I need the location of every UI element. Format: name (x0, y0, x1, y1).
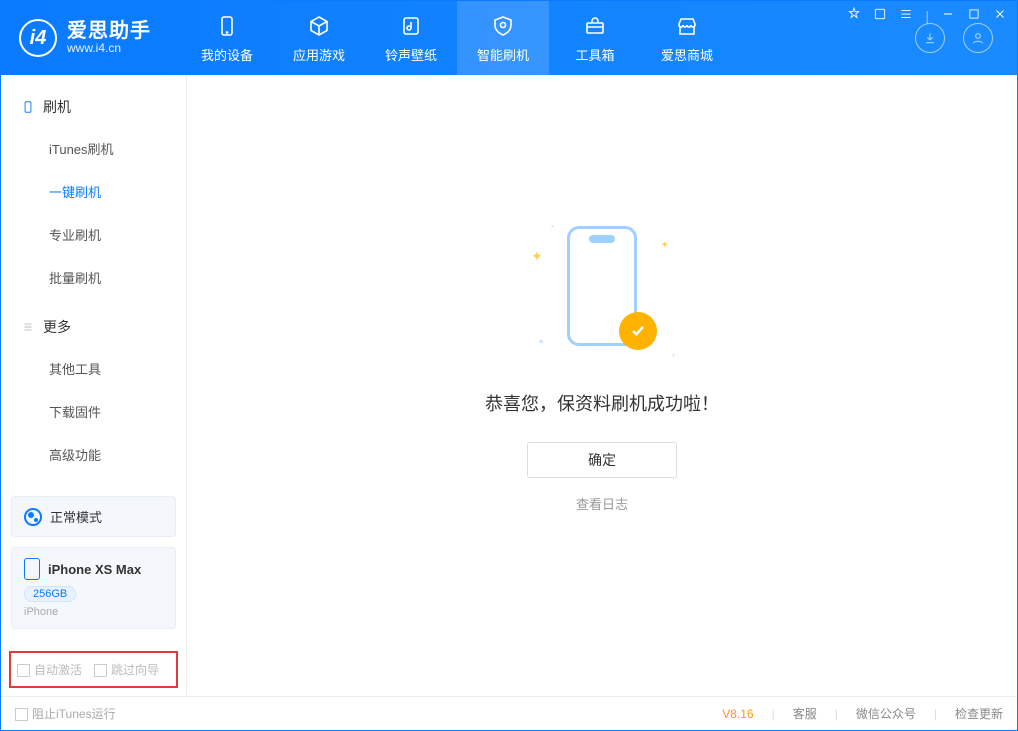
check-badge-icon (619, 312, 657, 350)
success-message: 恭喜您，保资料刷机成功啦！ (485, 390, 719, 416)
tab-label: 爱思商城 (661, 45, 713, 64)
app-icon[interactable] (873, 7, 887, 24)
toolbox-icon (582, 13, 608, 39)
sidebar-item-oneclick-flash[interactable]: 一键刷机 (1, 170, 186, 213)
gear-shield-icon (490, 13, 516, 39)
mode-icon (24, 508, 42, 526)
sidebar-item-other-tools[interactable]: 其他工具 (1, 347, 186, 390)
sparkle-icon: • (672, 351, 675, 360)
skip-wizard-checkbox[interactable]: 跳过向导 (94, 661, 159, 678)
sparkle-icon: ✦ (537, 337, 545, 348)
logo: i4 爱思助手 www.i4.cn (1, 19, 181, 57)
device-name-label: iPhone XS Max (48, 562, 141, 577)
main-content: ✦ ✦ • ✦ • 恭喜您，保资料刷机成功啦！ 确定 查看日志 (187, 75, 1017, 696)
device-type-label: iPhone (24, 606, 163, 618)
tab-label: 铃声壁纸 (385, 45, 437, 64)
tab-label: 应用游戏 (293, 45, 345, 64)
device-phone-icon (24, 558, 40, 580)
list-icon (21, 320, 35, 334)
success-illustration: ✦ ✦ • ✦ • (527, 218, 677, 368)
skip-wizard-label: 跳过向导 (111, 663, 159, 677)
wechat-link[interactable]: 微信公众号 (856, 705, 916, 722)
tab-toolbox[interactable]: 工具箱 (549, 1, 641, 75)
tab-apps-games[interactable]: 应用游戏 (273, 1, 365, 75)
app-site: www.i4.cn (67, 42, 151, 55)
view-log-link[interactable]: 查看日志 (576, 494, 628, 513)
sidebar-item-batch-flash[interactable]: 批量刷机 (1, 256, 186, 299)
divider: | (772, 707, 775, 721)
menu-icon[interactable] (899, 7, 913, 24)
maximize-icon[interactable] (967, 7, 981, 24)
sparkle-icon: ✦ (661, 240, 669, 251)
download-button[interactable] (915, 23, 945, 53)
tab-smart-flash[interactable]: 智能刷机 (457, 1, 549, 75)
tab-ringtones-wallpapers[interactable]: 铃声壁纸 (365, 1, 457, 75)
ok-button[interactable]: 确定 (527, 442, 677, 478)
header-right (915, 23, 1017, 53)
sidebar-header-flash: 刷机 (1, 87, 186, 127)
device-mode-label: 正常模式 (50, 507, 102, 526)
sidebar: 刷机 iTunes刷机 一键刷机 专业刷机 批量刷机 更多 其他工具 下载固件 … (1, 75, 187, 696)
sidebar-header-label: 刷机 (43, 97, 71, 117)
logo-icon: i4 (19, 19, 57, 57)
status-bar: 阻止iTunes运行 V8.16 | 客服 | 微信公众号 | 检查更新 (1, 696, 1017, 730)
store-icon (674, 13, 700, 39)
sidebar-header-label: 更多 (43, 317, 71, 337)
device-card[interactable]: iPhone XS Max 256GB iPhone (11, 547, 176, 629)
tab-label: 智能刷机 (477, 45, 529, 64)
sidebar-item-pro-flash[interactable]: 专业刷机 (1, 213, 186, 256)
tab-store[interactable]: 爱思商城 (641, 1, 733, 75)
window-controls: | (847, 7, 1007, 24)
tab-label: 我的设备 (201, 45, 253, 64)
divider: | (934, 707, 937, 721)
sparkle-icon: ✦ (531, 248, 543, 265)
main-tabs: 我的设备 应用游戏 铃声壁纸 智能刷机 工具箱 爱思商城 (181, 1, 733, 75)
block-itunes-label: 阻止iTunes运行 (32, 707, 116, 721)
device-capacity-badge: 256GB (24, 586, 76, 602)
app-name: 爱思助手 (67, 20, 151, 42)
phone-outline-icon (21, 100, 35, 114)
theme-icon[interactable] (847, 7, 861, 24)
phone-icon (214, 13, 240, 39)
sidebar-item-advanced[interactable]: 高级功能 (1, 433, 186, 476)
check-update-link[interactable]: 检查更新 (955, 705, 1003, 722)
sidebar-options-highlight: 自动激活 跳过向导 (9, 651, 178, 688)
tab-my-device[interactable]: 我的设备 (181, 1, 273, 75)
close-icon[interactable] (993, 7, 1007, 24)
divider: | (925, 8, 929, 24)
sidebar-header-more: 更多 (1, 307, 186, 347)
minimize-icon[interactable] (941, 7, 955, 24)
tab-label: 工具箱 (575, 45, 614, 64)
auto-activate-checkbox[interactable]: 自动激活 (17, 661, 82, 678)
version-label: V8.16 (722, 707, 753, 721)
user-button[interactable] (963, 23, 993, 53)
music-note-icon (398, 13, 424, 39)
cube-icon (306, 13, 332, 39)
sparkle-icon: • (551, 222, 554, 231)
device-mode-card[interactable]: 正常模式 (11, 496, 176, 537)
sidebar-item-itunes-flash[interactable]: iTunes刷机 (1, 127, 186, 170)
divider: | (835, 707, 838, 721)
auto-activate-label: 自动激活 (34, 663, 82, 677)
customer-support-link[interactable]: 客服 (793, 705, 817, 722)
block-itunes-checkbox[interactable]: 阻止iTunes运行 (15, 705, 116, 722)
sidebar-item-download-firmware[interactable]: 下载固件 (1, 390, 186, 433)
